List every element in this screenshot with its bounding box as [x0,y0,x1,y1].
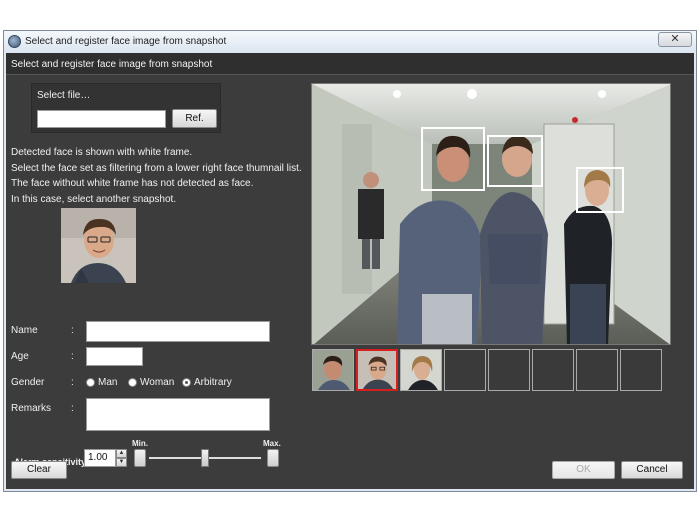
gender-label: Gender [11,377,45,388]
file-select-label: Select file… [37,90,91,101]
face-thumbnail-empty[interactable] [532,349,574,391]
face-thumbnail-empty[interactable] [576,349,618,391]
remarks-label: Remarks [11,403,52,414]
close-button[interactable]: ✕ [658,32,692,47]
instruction-line: The face without white frame has not det… [11,178,254,189]
ref-button[interactable]: Ref. [172,109,217,128]
alarm-spinner: ▲ ▼ [116,449,127,467]
alarm-sensitivity-value[interactable]: 1.00 [84,449,116,467]
face-thumbnail[interactable] [312,349,354,391]
spin-up-icon[interactable]: ▲ [116,449,127,458]
face-thumbnail[interactable] [400,349,442,391]
ok-button[interactable]: OK [552,461,615,479]
snapshot-scene [312,84,670,344]
max-label: Max. [263,439,281,448]
selected-face-preview [61,208,136,283]
slider-min-button[interactable] [134,449,146,467]
remarks-colon: : [71,403,74,414]
gender-man-label: Man [98,377,118,388]
clear-button[interactable]: Clear [11,461,67,479]
name-colon: : [71,325,74,336]
gender-woman-radio[interactable] [128,378,137,387]
slider-max-button[interactable] [267,449,279,467]
app-camera-icon [8,35,21,48]
instruction-line: In this case, select another snapshot. [11,193,177,205]
title-bar: Select and register face image from snap… [4,31,696,53]
gender-woman-label: Woman [140,377,175,388]
cancel-button[interactable]: Cancel [621,461,683,479]
instruction-line: Select the face set as filtering from a … [11,162,302,174]
age-label: Age [11,351,29,362]
face-thumbnail-image [313,350,353,390]
instruction-line: Detected face is shown with white frame. [11,147,193,158]
gender-man-radio[interactable] [86,378,95,387]
face-thumbnail-empty[interactable] [620,349,662,391]
age-colon: : [71,351,74,362]
spin-down-icon[interactable]: ▼ [116,458,127,467]
name-input[interactable] [86,321,270,342]
face-preview-image [61,208,136,283]
file-select-group: Select file… Ref. [31,83,221,133]
instructions: Detected face is shown with white frame.… [11,145,302,207]
age-input[interactable] [86,347,143,366]
window-title: Select and register face image from snap… [25,36,227,47]
gender-arbitrary-label: Arbitrary [194,377,232,388]
face-thumbnail-image [401,350,441,390]
gender-colon: : [71,377,74,388]
name-label: Name [11,325,38,336]
face-thumbnail-selected[interactable] [356,349,398,391]
header-title: Select and register face image from snap… [11,59,213,70]
face-thumbnail-empty[interactable] [488,349,530,391]
gender-arbitrary-radio[interactable] [182,378,191,387]
snapshot-image[interactable] [311,83,671,345]
min-label: Min. [132,439,148,448]
dialog-window: Select and register face image from snap… [3,30,697,492]
face-thumbnail-empty[interactable] [444,349,486,391]
file-path-input[interactable] [37,110,166,128]
dialog-body: Select and register face image from snap… [6,53,694,489]
face-thumbnail-image [358,351,396,389]
remarks-input[interactable] [86,398,270,431]
header-bar: Select and register face image from snap… [6,53,694,75]
sensitivity-slider-thumb[interactable] [201,449,209,467]
